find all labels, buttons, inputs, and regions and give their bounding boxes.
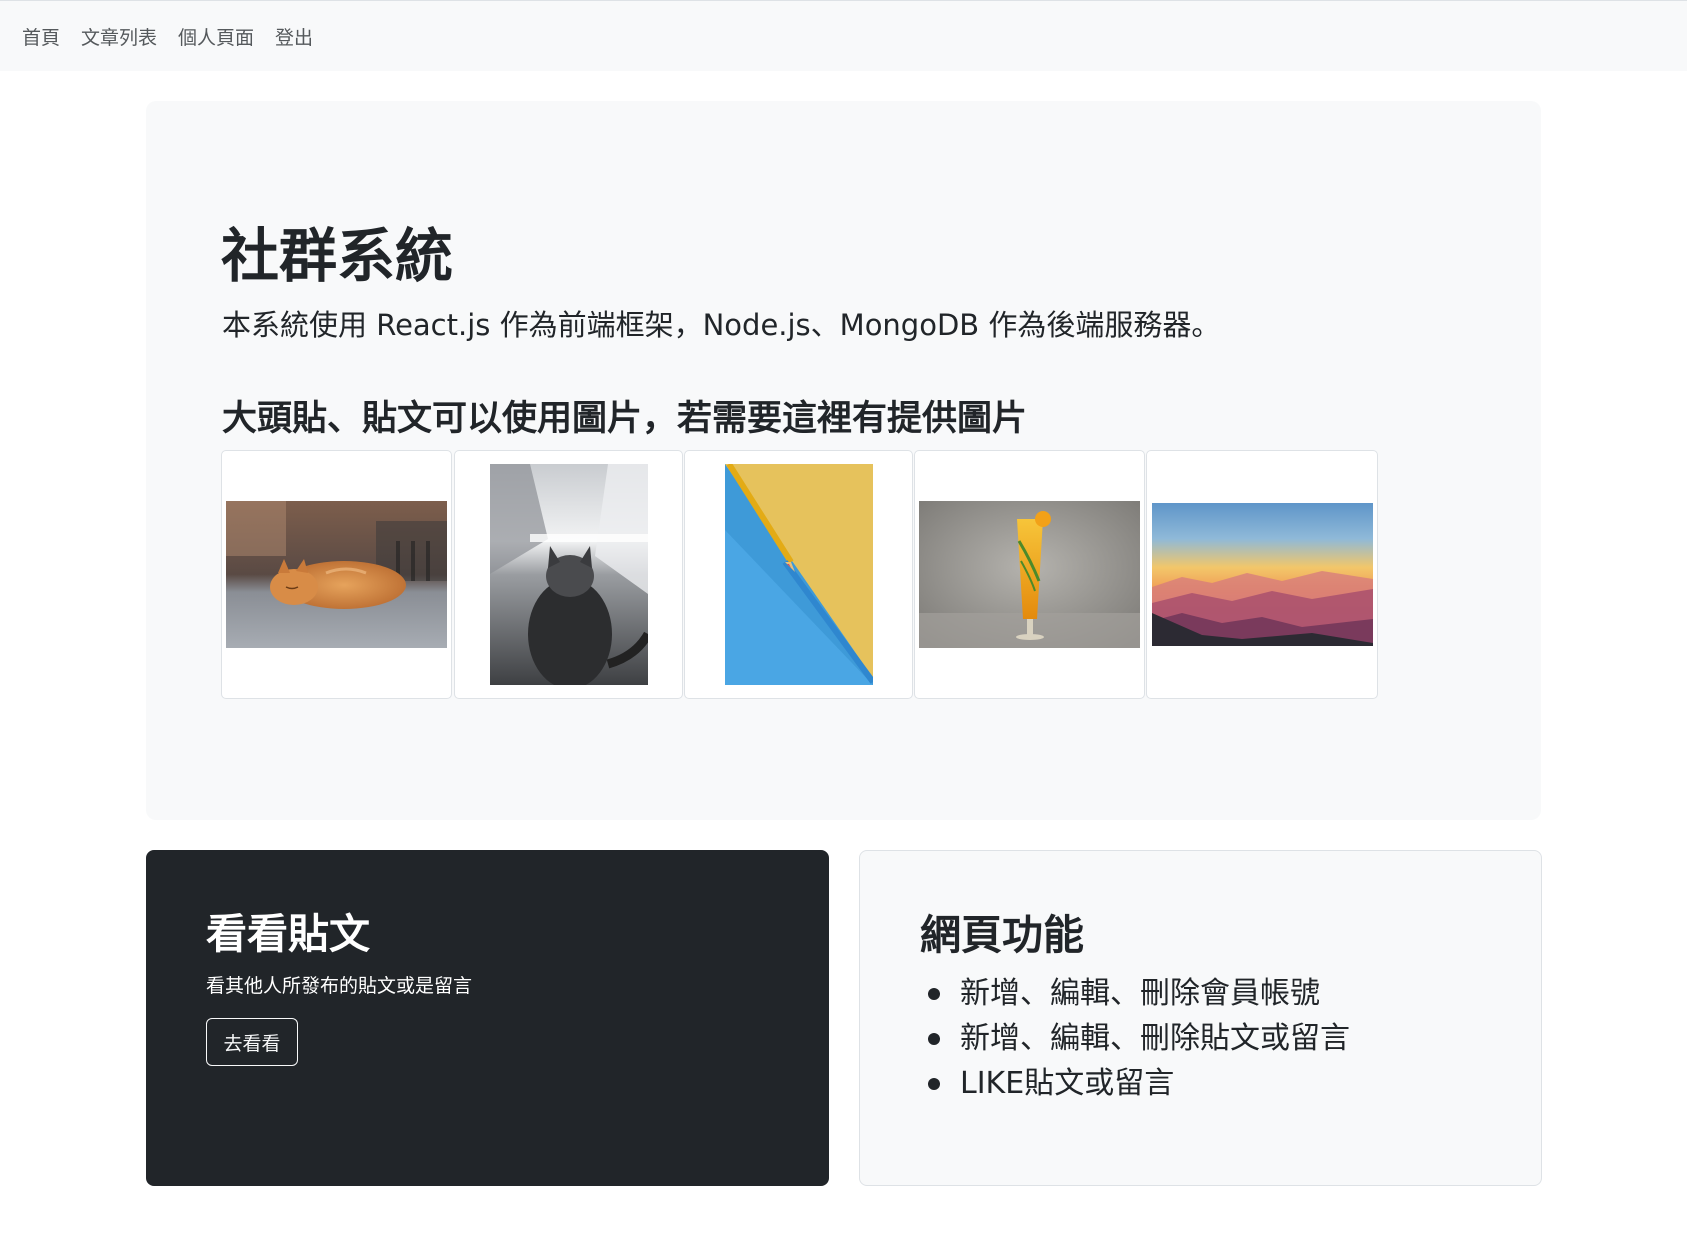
gallery-image-mountains[interactable]: [1146, 450, 1378, 699]
nav-link-home[interactable]: 首頁: [22, 23, 60, 50]
hero-section: 社群系統 本系統使用 React.js 作為前端框架，Node.js、Mongo…: [146, 101, 1541, 820]
nav-link-logout[interactable]: 登出: [275, 23, 313, 50]
features-card: 網頁功能 新增、編輯、刪除會員帳號 新增、編輯、刪除貼文或留言 LIKE貼文或留…: [859, 850, 1542, 1186]
bullet-icon: [928, 1078, 940, 1090]
nav-link-profile[interactable]: 個人頁面: [178, 23, 254, 50]
drink-image: [919, 501, 1140, 648]
image-gallery: [221, 450, 1467, 701]
navbar: 首頁 文章列表 個人頁面 登出: [0, 0, 1687, 71]
gallery-image-drink[interactable]: [914, 450, 1145, 699]
pencils-image: [724, 464, 873, 685]
go-view-button[interactable]: 去看看: [206, 1018, 298, 1066]
bullet-icon: [928, 1033, 940, 1045]
nav-link-article-list[interactable]: 文章列表: [81, 23, 157, 50]
view-posts-card: 看看貼文 看其他人所發布的貼文或是留言 去看看: [146, 850, 829, 1186]
images-heading: 大頭貼、貼文可以使用圖片，若需要這裡有提供圖片: [222, 399, 1028, 439]
page-title: 社群系統: [221, 222, 454, 290]
gallery-image-pencils[interactable]: [684, 450, 913, 699]
features-list: 新增、編輯、刪除會員帳號 新增、編輯、刪除貼文或留言 LIKE貼文或留言: [928, 971, 1350, 1106]
feature-text: LIKE貼文或留言: [960, 1066, 1175, 1101]
gallery-image-cat-sleeping[interactable]: [221, 450, 452, 699]
gallery-image-cat-window[interactable]: [454, 450, 683, 699]
feature-item: 新增、編輯、刪除會員帳號: [928, 971, 1350, 1016]
feature-item: LIKE貼文或留言: [928, 1061, 1350, 1106]
feature-text: 新增、編輯、刪除會員帳號: [960, 976, 1320, 1011]
view-posts-description: 看其他人所發布的貼文或是留言: [206, 975, 473, 997]
feature-text: 新增、編輯、刪除貼文或留言: [960, 1021, 1350, 1056]
cat-window-image: [489, 464, 648, 685]
features-title: 網頁功能: [920, 911, 1084, 959]
cat-sleeping-image: [226, 501, 447, 648]
bullet-icon: [928, 988, 940, 1000]
mountains-image: [1151, 503, 1373, 646]
view-posts-title: 看看貼文: [206, 910, 370, 958]
feature-item: 新增、編輯、刪除貼文或留言: [928, 1016, 1350, 1061]
hero-description: 本系統使用 React.js 作為前端框架，Node.js、MongoDB 作為…: [222, 308, 1221, 342]
